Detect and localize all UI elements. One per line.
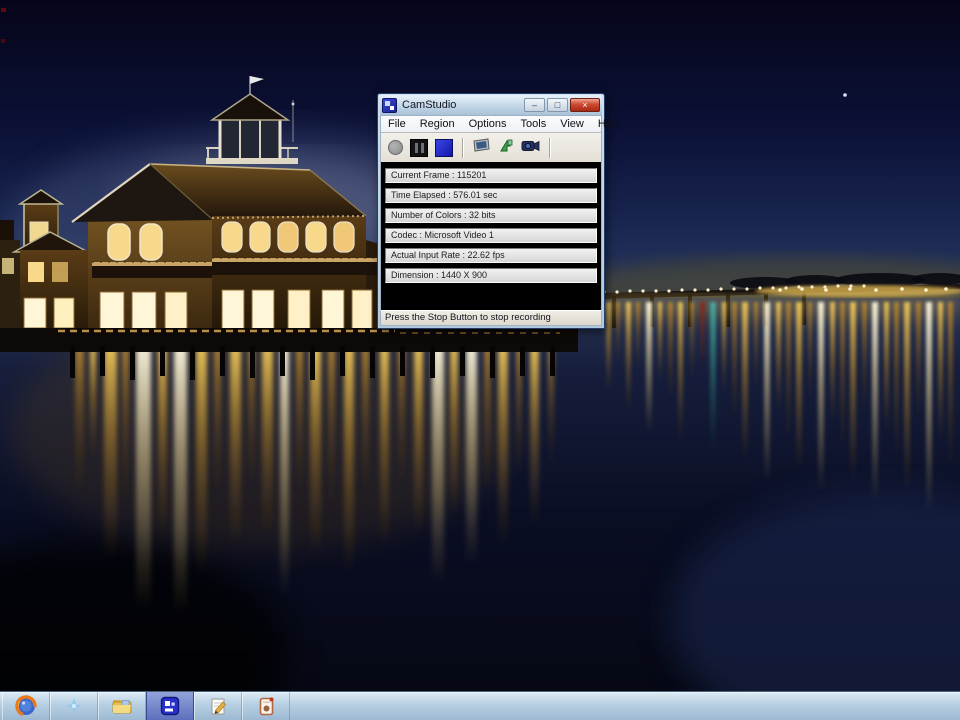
video-artifact <box>1 8 6 12</box>
folder-icon <box>111 696 133 716</box>
maximize-button[interactable]: □ <box>547 98 568 112</box>
video-camera-icon[interactable] <box>521 138 540 158</box>
menu-help[interactable]: Help <box>591 117 628 132</box>
pencil-document-icon <box>208 696 229 717</box>
document-icon <box>256 696 277 717</box>
taskbar-firefox-button[interactable] <box>2 692 50 720</box>
menu-tools[interactable]: Tools <box>514 117 554 132</box>
camstudio-icon <box>159 695 181 717</box>
menu-bar: File Region Options Tools View Help <box>380 115 620 133</box>
taskbar-texteditor-button[interactable] <box>194 692 242 720</box>
taskbar-explorer-button[interactable] <box>98 692 146 720</box>
menu-options[interactable]: Options <box>462 117 514 132</box>
taskbar-document-button[interactable] <box>242 692 290 720</box>
menu-file[interactable]: File <box>381 117 413 132</box>
stop-button[interactable] <box>435 138 453 157</box>
taskbar-sparkle-button[interactable] <box>50 692 98 720</box>
camstudio-window: CamStudio – □ × File Region Options Tool… <box>377 93 620 329</box>
toolbar-separator <box>549 137 551 158</box>
field-input-rate: Actual Input Rate : 22.62 fps <box>385 248 597 263</box>
field-current-frame: Current Frame : 115201 <box>385 168 597 183</box>
desktop: CamStudio – □ × File Region Options Tool… <box>0 0 960 720</box>
taskbar-camstudio-button[interactable] <box>146 692 194 720</box>
video-artifact <box>1 39 5 43</box>
menu-region[interactable]: Region <box>413 117 462 132</box>
minimize-button[interactable]: – <box>524 98 545 112</box>
status-bar: Press the Stop Button to stop recording <box>380 310 602 326</box>
status-panel: Current Frame : 115201 Time Elapsed : 57… <box>380 162 602 310</box>
title-bar[interactable]: CamStudio – □ × <box>380 95 602 115</box>
toolbar <box>380 133 602 162</box>
sparkle-icon <box>64 696 84 716</box>
field-time-elapsed: Time Elapsed : 576.01 sec <box>385 188 597 203</box>
close-button[interactable]: × <box>570 98 600 112</box>
annotation-icon[interactable] <box>498 138 514 158</box>
taskbar <box>0 691 960 720</box>
menu-view[interactable]: View <box>553 117 591 132</box>
window-title: CamStudio <box>402 99 457 111</box>
record-button[interactable] <box>388 140 403 155</box>
region-icon[interactable] <box>473 137 491 158</box>
field-number-colors: Number of Colors : 32 bits <box>385 208 597 223</box>
pause-button[interactable] <box>410 138 428 157</box>
firefox-icon <box>15 695 37 717</box>
field-codec: Codec : Microsoft Video 1 <box>385 228 597 243</box>
toolbar-separator <box>462 137 464 158</box>
camstudio-app-icon <box>382 97 397 113</box>
field-dimension: Dimension : 1440 X 900 <box>385 268 597 283</box>
